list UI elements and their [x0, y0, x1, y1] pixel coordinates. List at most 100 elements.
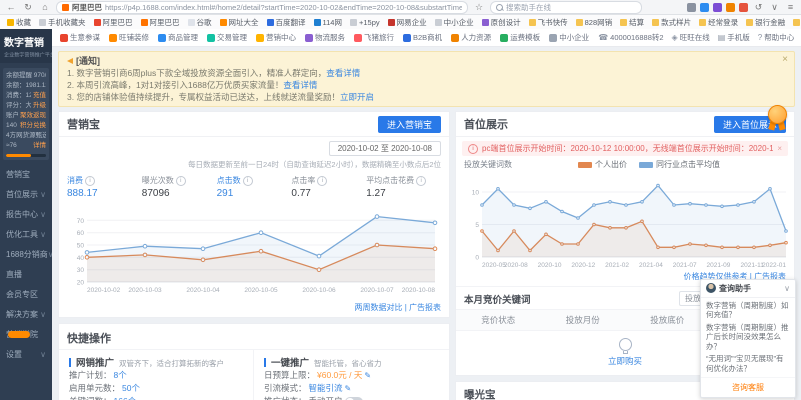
- bookmark-item[interactable]: 828网销: [576, 17, 613, 28]
- quicknav-item[interactable]: 生意参谋: [60, 32, 100, 43]
- extension-icon[interactable]: [700, 3, 709, 12]
- extension-icon[interactable]: [739, 3, 748, 12]
- quicknav-item[interactable]: 营销中心: [256, 32, 296, 43]
- bookmark-item[interactable]: 手机收藏夹: [39, 17, 86, 28]
- bookmark-item[interactable]: 收藏: [7, 17, 31, 28]
- sidebar-item[interactable]: 解决方案∨: [0, 305, 52, 325]
- budget-tag[interactable]: 积分兑换: [20, 121, 46, 131]
- contact-support-link[interactable]: 咨询客服: [701, 377, 795, 397]
- menu-icon[interactable]: ≡: [785, 2, 796, 12]
- sidebar-item[interactable]: 优化工具∨: [0, 225, 52, 245]
- close-icon[interactable]: ×: [782, 54, 788, 65]
- announcement-link[interactable]: 查看详情: [283, 80, 317, 90]
- bookmark-item[interactable]: 阿里巴巴: [141, 17, 180, 28]
- enter-premium-button[interactable]: 进入首位展示: [714, 116, 786, 133]
- announcement-link[interactable]: 查看详情: [326, 68, 360, 78]
- chat-header[interactable]: 查询助手 ∨: [701, 280, 795, 298]
- bookmark-item[interactable]: 网址大全: [220, 17, 259, 28]
- quicknav-item[interactable]: 交易管理: [207, 32, 247, 43]
- close-icon[interactable]: ×: [777, 144, 782, 153]
- quicknav-item[interactable]: 物流服务: [305, 32, 345, 43]
- buy-now-link[interactable]: 立即购买: [608, 356, 642, 366]
- budget-line: 评分：大于15 升级: [6, 101, 46, 111]
- utility-item[interactable]: ◈ 旺旺在线: [672, 32, 710, 43]
- utility-item[interactable]: ? 帮助中心: [758, 32, 794, 43]
- chat-faq-item[interactable]: “无用词”“宝贝无展现”有何优化办法？: [701, 351, 795, 373]
- quicknav-item[interactable]: 飞猪旅行: [354, 32, 394, 43]
- marketing-panel: 营销宝 进入营销宝 2020-10-02 至 2020-10-08 每日数据更新…: [58, 111, 450, 318]
- sidebar-item[interactable]: 1688分销商∨: [0, 245, 52, 265]
- bookmark-item[interactable]: 阿里巴巴: [94, 17, 133, 28]
- quicknav-icon: [60, 34, 68, 42]
- column-header: 竞价状态: [456, 310, 541, 330]
- extension-icon[interactable]: [726, 3, 735, 12]
- svg-text:2020-10-07: 2020-10-07: [360, 287, 394, 294]
- star-icon[interactable]: ☆: [473, 2, 485, 13]
- sidebar-item[interactable]: 直播: [0, 265, 52, 285]
- quicknav-item[interactable]: 旺铺装修: [109, 32, 149, 43]
- quick-ops-title: 快捷操作: [59, 324, 449, 349]
- sidebar-item[interactable]: 会员专区: [0, 285, 52, 305]
- bookmark-item[interactable]: 银行金融: [746, 17, 785, 28]
- quicknav-item[interactable]: B2B商机: [403, 32, 442, 43]
- budget-tag[interactable]: 详情: [33, 141, 46, 151]
- edit-icon[interactable]: ✎: [345, 382, 352, 395]
- utility-item[interactable]: ▤ 手机版: [718, 32, 750, 43]
- report-link[interactable]: 两周数据对比 | 广告报表: [354, 302, 441, 313]
- bookmark-item[interactable]: +15py: [350, 18, 380, 27]
- quicknav-item[interactable]: 人力资源: [451, 32, 491, 43]
- bookmark-item[interactable]: 原创设计: [482, 17, 521, 28]
- svg-text:2020-10-08: 2020-10-08: [402, 287, 436, 294]
- bookmark-item[interactable]: 飞书快传: [529, 17, 568, 28]
- bookmark-item[interactable]: 谷歌: [188, 17, 212, 28]
- budget-line: 余额：1981.12元: [6, 81, 46, 91]
- quicknav-item[interactable]: 中小企业: [549, 32, 589, 43]
- panel-title: 营销宝: [67, 116, 100, 132]
- enter-marketing-button[interactable]: 进入营销宝: [378, 116, 441, 133]
- budget-tag[interactable]: 充值: [33, 91, 46, 101]
- svg-text:2020-10-02: 2020-10-02: [87, 287, 121, 294]
- chart-legend-row: 投放关键词数 个人出价 同行业点击平均值: [456, 156, 794, 170]
- extension-icon[interactable]: [713, 3, 722, 12]
- bookmark-item[interactable]: 网上消收: [793, 17, 801, 28]
- sidebar-item[interactable]: 报告中心∨: [0, 205, 52, 225]
- sidebar-item[interactable]: 设置∨: [0, 345, 52, 365]
- bookmark-item[interactable]: 百度翻译: [267, 17, 306, 28]
- date-range-input[interactable]: 2020-10-02 至 2020-10-08: [329, 141, 441, 156]
- bookmark-icon: [7, 19, 14, 26]
- budget-tag[interactable]: 聚效返现: [20, 111, 46, 121]
- home-icon[interactable]: ⌂: [39, 2, 51, 12]
- quicknav-item[interactable]: 商品管理: [158, 32, 198, 43]
- svg-text:70: 70: [77, 218, 85, 225]
- bookmark-item[interactable]: 结算: [620, 17, 644, 28]
- bookmark-item[interactable]: 经常登录: [699, 17, 738, 28]
- sidebar-item[interactable]: 营销宝: [0, 165, 52, 185]
- address-bar[interactable]: 阿里巴巴 https://p4p.1688.com/index.html#/ho…: [56, 1, 468, 14]
- stat: 曝光次数 87096: [142, 175, 217, 199]
- announcement-link[interactable]: 立即开启: [340, 92, 374, 102]
- budget-tag[interactable]: 升级: [33, 101, 46, 111]
- refresh-icon[interactable]: ↻: [22, 2, 34, 13]
- search-icon: [496, 4, 503, 11]
- extension-icon[interactable]: [687, 3, 696, 12]
- browser-search-input[interactable]: 搜索助手在线: [490, 1, 642, 14]
- legend-item: 个人出价: [578, 159, 627, 170]
- site-utility-bar: 生意参谋 旺铺装修 商品管理 交易管理: [52, 29, 801, 47]
- bookmark-item[interactable]: 款式样片: [652, 17, 691, 28]
- back-icon[interactable]: ←: [5, 2, 17, 12]
- dropdown-icon[interactable]: ∨: [769, 2, 780, 13]
- chat-faq-item[interactable]: 数字营销（周期制度）推广后长时间没效果怎么办？: [701, 320, 795, 352]
- utility-item[interactable]: ☎ 4000016888转2: [598, 32, 663, 43]
- edit-icon[interactable]: ✎: [364, 369, 371, 382]
- info-icon: [416, 176, 426, 186]
- undo-icon[interactable]: ↺: [753, 2, 764, 13]
- price-trend-chart: 05102020-052020-082020-102020-122021-022…: [456, 173, 794, 271]
- bookmark-item[interactable]: 114网: [314, 17, 342, 28]
- bookmark-item[interactable]: 中小企业: [435, 17, 474, 28]
- promotion-status-toggle[interactable]: [345, 397, 363, 400]
- card-onekey-promotion: 一键推广 智能托管，省心省力 日预算上限：¥60.0元 / 天✎ 引流模式：智能…: [254, 349, 449, 400]
- quicknav-item[interactable]: 运费模板: [500, 32, 540, 43]
- chat-faq-item[interactable]: 数字营销（周期制度）如何充值？: [701, 298, 795, 320]
- bookmark-item[interactable]: 网易企业: [388, 17, 427, 28]
- sidebar-item[interactable]: 首位展示∨: [0, 185, 52, 205]
